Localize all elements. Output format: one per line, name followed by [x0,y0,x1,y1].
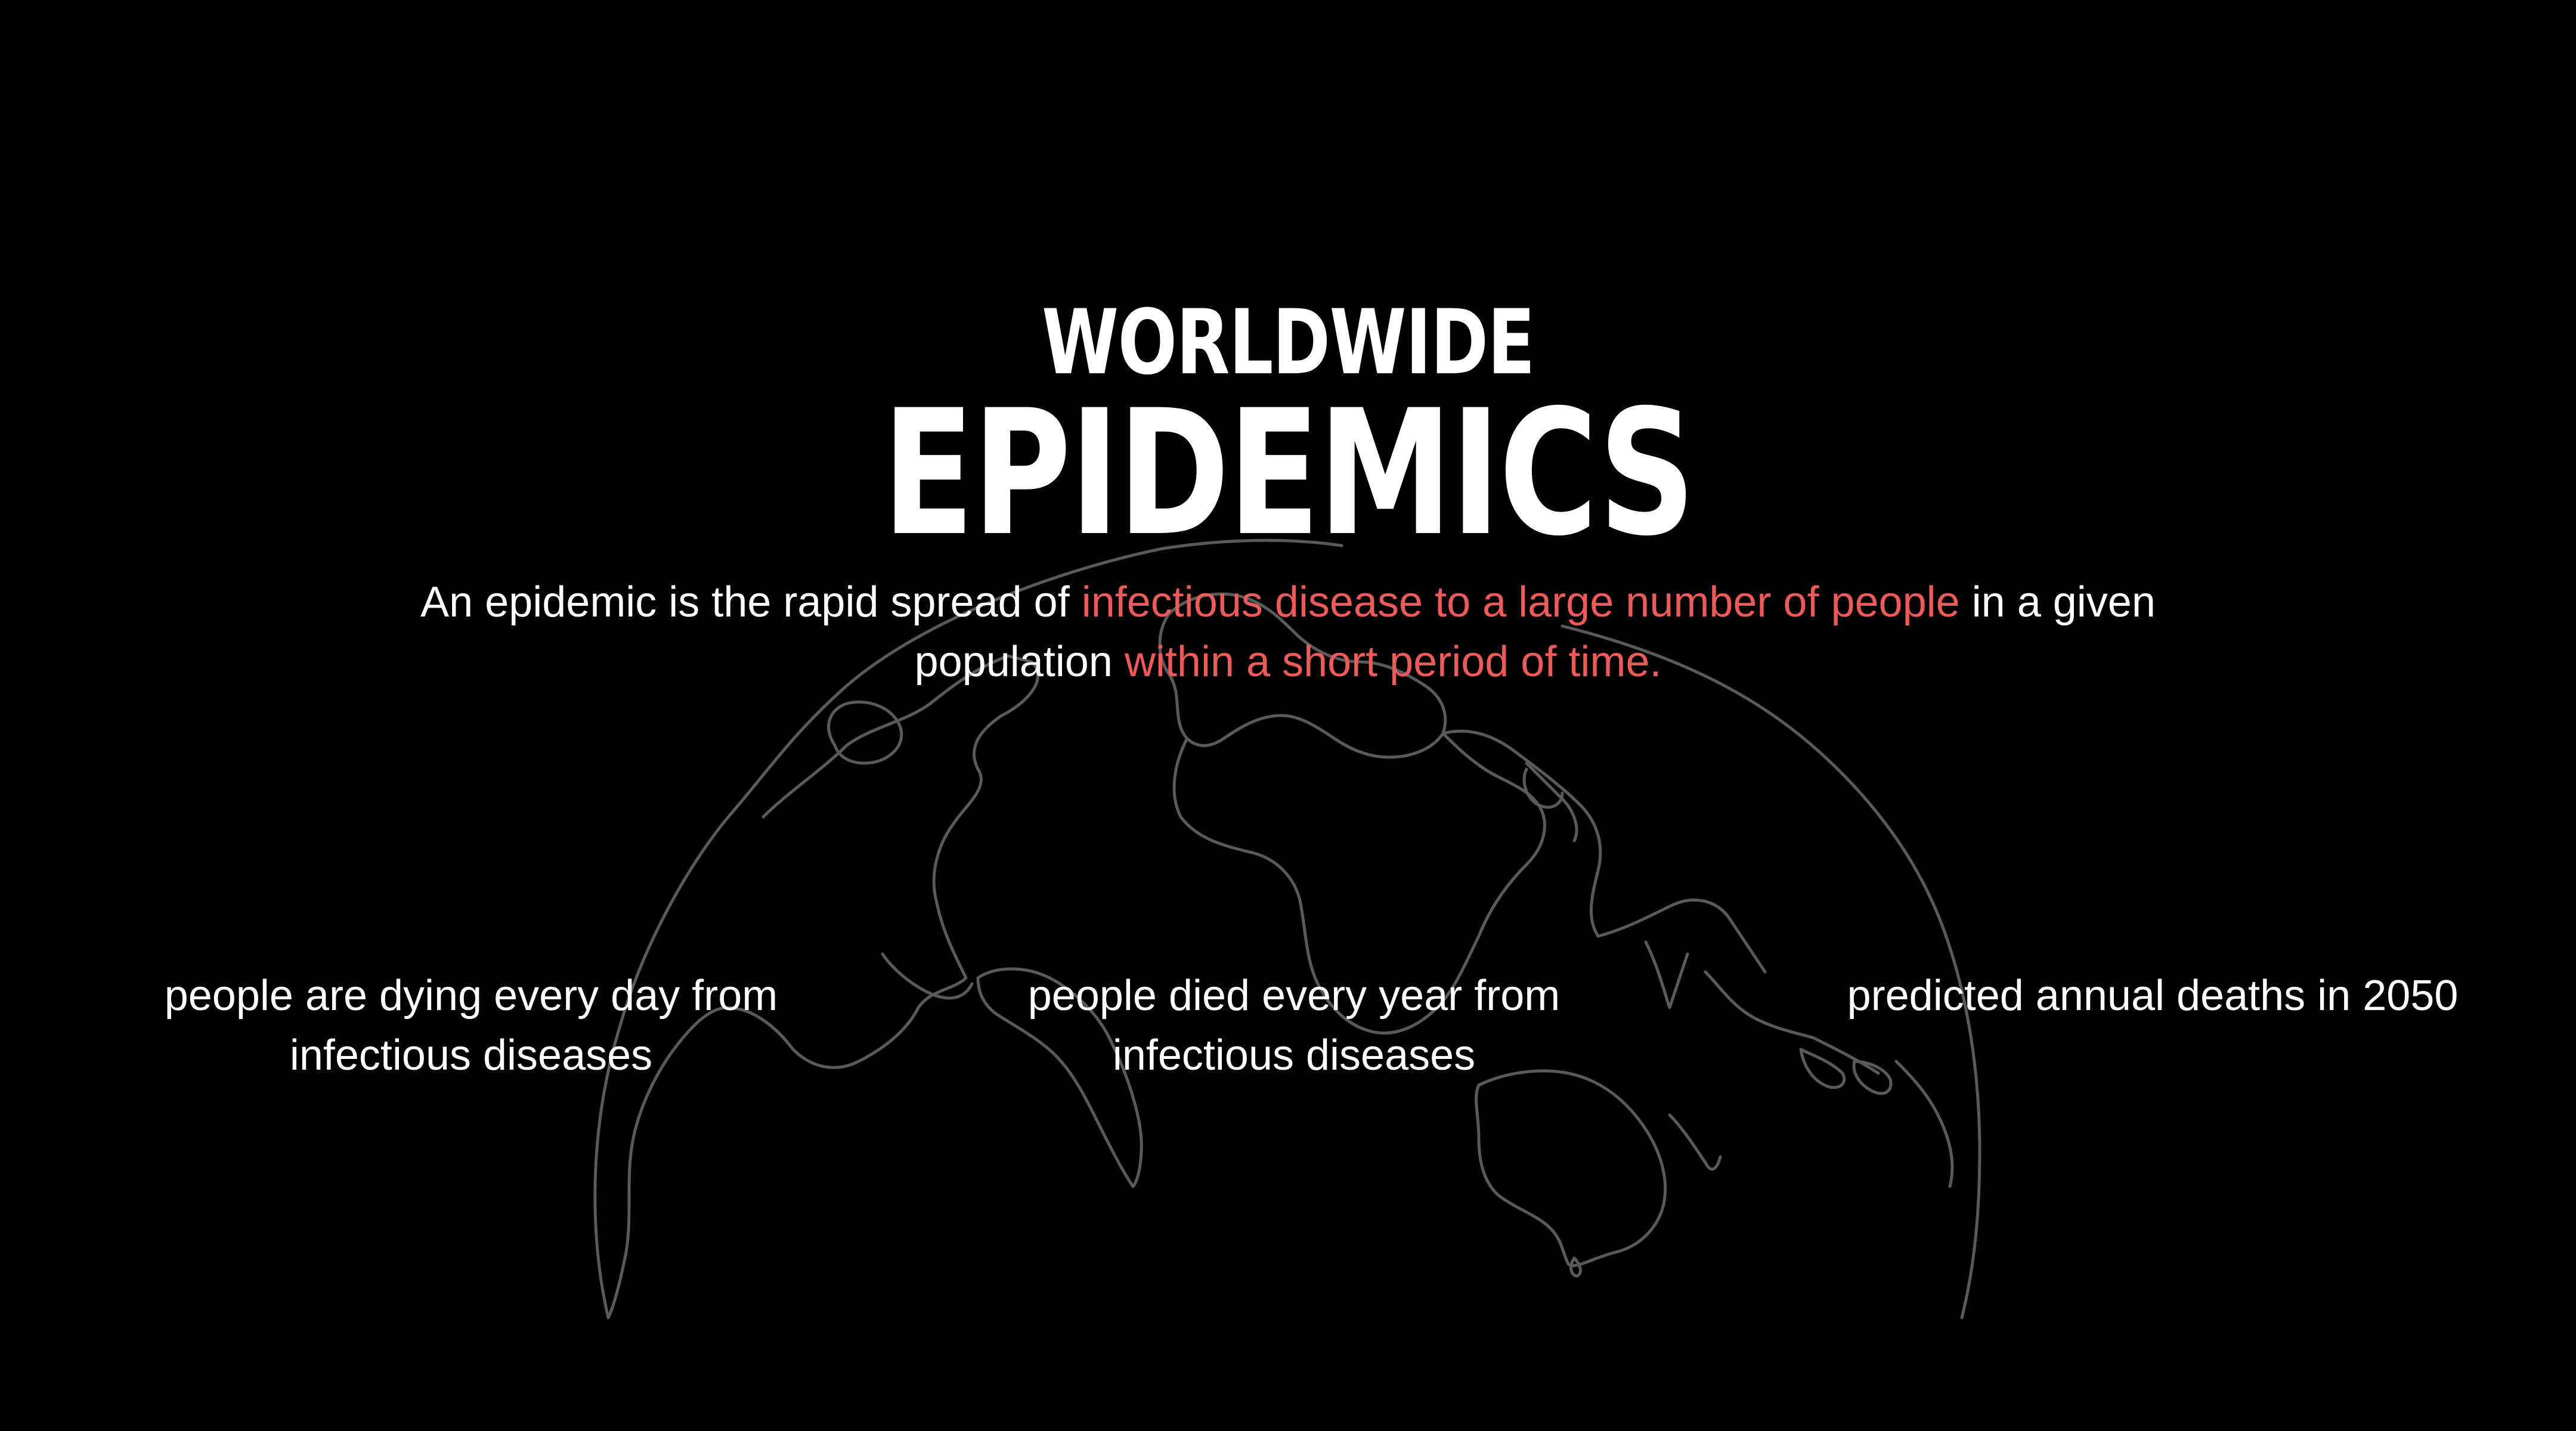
new-zealand-outline [1668,1113,1722,1171]
indonesia-outline-1 [1799,1048,1846,1089]
tasmania-outline [1569,1256,1582,1278]
title-epidemics: EPIDEMICS [882,373,1695,574]
asia-east-outline [1596,899,1767,974]
australia-outline [1475,1069,1667,1268]
indonesia-outline-2 [1852,1060,1893,1095]
japan-outline [1894,1060,1954,1188]
definition-highlight-2: within a short period of time. [1124,638,1662,686]
stat-caption-daily-deaths: people are dying every day from infectio… [164,972,778,1079]
india-outline [1644,940,1689,1009]
definition-part-1: An epidemic is the rapid spread of [420,578,1082,626]
definition-highlight-1: infectious disease to a large number of … [1081,578,1960,626]
greenland-outline [827,700,903,765]
stat-caption-2050-deaths: predicted annual deaths in 2050 [1847,972,2459,1020]
title-block: WORLDWIDE EPIDEMICS [0,298,2576,574]
definition-text: An epidemic is the rapid spread of infec… [358,572,2218,692]
globe-outline-illustration [593,538,1981,1320]
stat-caption-yearly-deaths: people died every year from infectious d… [1027,972,1561,1079]
